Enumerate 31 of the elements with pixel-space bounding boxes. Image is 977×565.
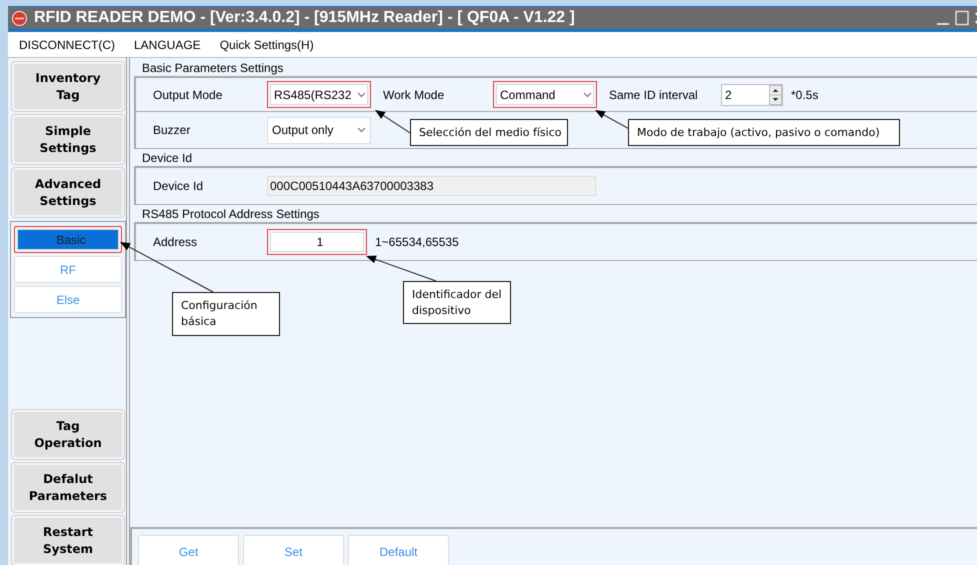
dropdown[interactable]: Output only — [267, 116, 371, 144]
sidebar-button[interactable]: Advanced Settings — [12, 168, 124, 217]
callout-note: Configuración básica — [172, 292, 280, 336]
field-label: Address — [153, 235, 198, 249]
group-title: RS485 Protocol Address Settings — [141, 206, 320, 222]
hint-text: *0.5s — [791, 88, 818, 102]
sidebar-button[interactable]: Restart System — [12, 516, 124, 565]
menu-item[interactable]: DISCONNECT(C) — [19, 38, 115, 52]
callout-note: Identificador del dispositivo — [403, 281, 511, 324]
sidebar-button[interactable]: Defalut Parameters — [12, 463, 124, 512]
field-label: Work Mode — [383, 88, 446, 102]
dropdown[interactable]: RS485(RS232 — [267, 81, 371, 108]
field-label: Device Id — [153, 179, 204, 193]
readonly-field: 000C00510443A63700003383 — [267, 176, 596, 196]
hint-text: 1~65534,65535 — [375, 235, 459, 249]
menu-item[interactable]: LANGUAGE — [134, 38, 201, 52]
callout-note: Modo de trabajo (activo, pasivo o comando) — [628, 119, 900, 146]
group-title: Basic Parameters Settings — [141, 60, 284, 76]
number-spinner[interactable]: 2 — [721, 84, 783, 106]
dropdown[interactable]: Command — [493, 81, 597, 108]
field-label: Same ID interval — [609, 88, 699, 102]
sidebar-button[interactable]: Tag Operation — [12, 410, 124, 459]
sidebar-button[interactable]: Inventory Tag — [12, 62, 124, 111]
input-field[interactable]: 1 — [267, 229, 367, 255]
sidebar-button[interactable]: Simple Settings — [12, 115, 124, 164]
callout-note: Selección del medio físico — [410, 119, 568, 146]
field-label: Output Mode — [153, 88, 224, 102]
field-label: Buzzer — [153, 123, 192, 137]
window-title: RFID READER DEMO - [Ver:3.4.0.2] - [915MHz Reader] - [ QF0A - V1.22 ] — [34, 9, 576, 27]
menu-item[interactable]: Quick Settings(H) — [220, 38, 314, 52]
group-title: Device Id — [141, 150, 194, 166]
